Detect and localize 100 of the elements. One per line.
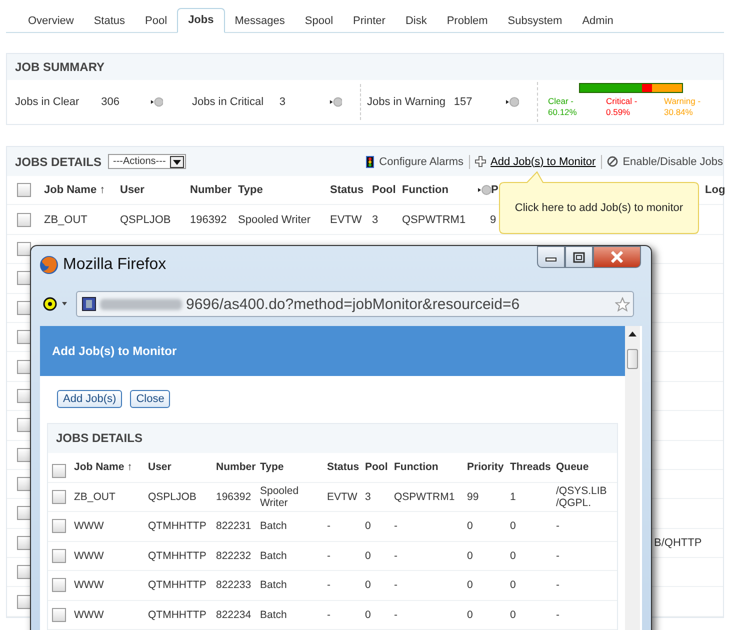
checkbox[interactable] (52, 519, 66, 534)
checkbox[interactable] (17, 330, 31, 344)
page-icon (82, 297, 96, 311)
column-header[interactable]: Type (260, 461, 284, 474)
close-icon (610, 251, 624, 263)
checkbox[interactable] (17, 242, 31, 256)
table-cell: 822231 (216, 520, 252, 532)
toolbar-link[interactable]: Configure Alarms (379, 156, 464, 168)
checkbox[interactable] (17, 183, 31, 198)
expand-icon[interactable] (505, 96, 519, 108)
tab[interactable]: Subsystem (498, 10, 572, 32)
actions-dropdown[interactable]: ---Actions--- (108, 154, 186, 169)
address-bar[interactable]: 9696/as400.do?method=jobMonitor&resourceid=6 (76, 291, 634, 317)
checkbox[interactable] (17, 212, 31, 227)
table-cell: QSPLJOB (148, 490, 196, 503)
checkbox[interactable] (52, 548, 66, 563)
column-header[interactable]: P (491, 184, 498, 196)
checkbox[interactable] (17, 418, 31, 432)
table-cell: - (327, 550, 330, 562)
column-header[interactable]: Queue (556, 461, 589, 474)
table-cell: 822232 (216, 550, 252, 562)
checkbox[interactable] (17, 271, 31, 286)
legend-label: Critical - 0.59% (606, 96, 638, 118)
checkbox[interactable] (17, 360, 31, 374)
column-header[interactable]: Status (330, 184, 364, 196)
checkbox[interactable] (52, 608, 66, 622)
column-header[interactable]: Number (216, 461, 256, 474)
add-link[interactable]: Add Job(s) to Monitor (490, 156, 596, 168)
checkbox[interactable] (52, 578, 66, 592)
column-header[interactable]: Number (190, 184, 232, 196)
checkbox[interactable] (52, 464, 66, 478)
column-header[interactable]: Priority (467, 461, 504, 474)
column-header[interactable]: Pool (365, 461, 388, 474)
tab[interactable]: Problem (436, 10, 498, 32)
table-cell: ZB_OUT (44, 214, 88, 226)
tab[interactable]: Admin (572, 10, 624, 32)
close-button[interactable] (593, 246, 641, 268)
checkbox[interactable] (17, 388, 31, 403)
table-cell: 0 (365, 550, 371, 562)
table-cell: WWW (74, 550, 104, 562)
star-icon (615, 296, 630, 312)
checkbox[interactable] (17, 300, 31, 315)
table-cell: 0 (510, 520, 516, 532)
column-header[interactable]: Type (238, 184, 263, 196)
addon-icon (43, 297, 57, 311)
button[interactable]: Add Job(s) (57, 390, 122, 408)
table-cell: 0 (467, 608, 473, 621)
column-header[interactable]: Job Name ↑ (74, 461, 132, 474)
tab[interactable]: Pool (135, 10, 178, 32)
table-cell: B/QHTTP (654, 536, 702, 549)
table-cell: 196392 (190, 214, 227, 226)
expand-icon[interactable] (150, 96, 163, 108)
scroll-thumb[interactable] (627, 349, 638, 369)
browser-logo-icon (39, 255, 59, 275)
tab[interactable]: Spool (294, 10, 344, 32)
tab[interactable]: Status (84, 10, 136, 32)
column-header[interactable]: User (120, 184, 144, 196)
column-header[interactable]: Function (402, 184, 448, 196)
checkbox[interactable] (17, 506, 31, 520)
tab[interactable]: Jobs (177, 8, 225, 33)
tab[interactable]: Overview (18, 10, 84, 32)
stat-label: Jobs in Clear (15, 96, 80, 108)
tab[interactable]: Messages (224, 10, 295, 32)
stat-value: 3 (279, 96, 286, 108)
column-header[interactable]: Pool (372, 184, 396, 196)
column-header[interactable]: User (148, 461, 172, 474)
table-cell: QTMHHTTP (148, 579, 206, 592)
section-title: JOBS DETAILS (48, 424, 617, 453)
column-header[interactable]: Job Name ↑ (44, 184, 106, 196)
stat-label: Jobs in Warning (367, 96, 446, 108)
table-cell: 0 (510, 579, 516, 592)
dialog-header: Add Job(s) to Monitor (40, 326, 625, 376)
checkbox[interactable] (17, 448, 31, 462)
checkbox[interactable] (52, 490, 66, 504)
minimize-button[interactable] (537, 246, 565, 268)
button[interactable]: Close (130, 390, 170, 408)
table-cell: 822234 (216, 608, 252, 621)
maximize-button[interactable] (565, 246, 593, 268)
checkbox[interactable] (17, 477, 31, 492)
toolbar-link[interactable]: Enable/Disable Jobs (622, 156, 723, 168)
column-header[interactable]: Threads (510, 461, 551, 474)
column-header[interactable]: Status (327, 461, 360, 474)
expand-icon[interactable] (328, 96, 342, 108)
checkbox[interactable] (17, 536, 31, 550)
tab[interactable]: Printer (343, 10, 396, 32)
checkbox[interactable] (17, 565, 31, 580)
table-cell: 9 (490, 214, 496, 226)
tab[interactable]: Disk (395, 10, 437, 32)
column-header[interactable]: Log (705, 184, 726, 196)
plus-icon (474, 156, 486, 167)
table-cell: WWW (74, 579, 104, 592)
maximize-icon (573, 252, 585, 262)
column-header[interactable]: Function (394, 461, 438, 474)
legend-label: Warning - 30.84% (664, 96, 702, 118)
table-cell: 99 (467, 490, 479, 503)
table-cell: 0 (510, 608, 516, 621)
scrollbar[interactable] (625, 326, 640, 630)
expand-icon[interactable] (477, 184, 491, 196)
checkbox[interactable] (17, 594, 31, 609)
table-cell: 1 (510, 490, 516, 503)
